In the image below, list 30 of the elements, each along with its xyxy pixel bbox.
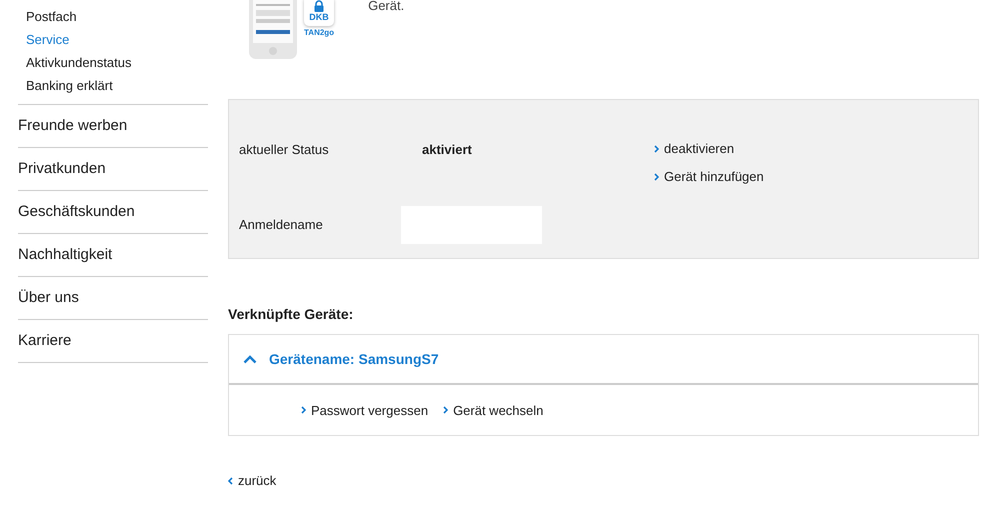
promo-text: Gerät.: [368, 0, 404, 13]
chevron-icon: [654, 172, 659, 180]
status-label: aktueller Status: [239, 141, 330, 159]
chevron-icon: [443, 406, 448, 414]
action-link[interactable]: Gerät wechseln: [453, 402, 544, 418]
app-caption: TAN2go: [304, 28, 334, 37]
chevron-icon: [228, 476, 233, 484]
sidebar-item[interactable]: Über uns: [18, 277, 208, 320]
chevron-icon: [301, 406, 306, 414]
section-heading: Verknüpfte Geräte:: [228, 305, 354, 324]
sidebar-subitem[interactable]: Aktivkundenstatus: [26, 54, 132, 71]
chevron-up-icon: [243, 354, 257, 364]
device-header[interactable]: Gerätename: SamsungS7: [229, 335, 978, 385]
sidebar-item[interactable]: Nachhaltigkeit: [18, 234, 208, 277]
action-link[interactable]: deaktivieren: [664, 141, 734, 156]
sidebar-item[interactable]: Karriere: [18, 320, 208, 363]
sidebar-subitem[interactable]: Service: [26, 31, 70, 48]
sidebar-item[interactable]: Freunde werben: [18, 105, 208, 148]
sidebar-subitem[interactable]: Postfach: [26, 8, 77, 25]
login-label: Anmeldename: [239, 216, 324, 234]
app-name: DKB: [309, 12, 329, 22]
action-link[interactable]: Passwort vergessen: [311, 402, 428, 418]
chevron-icon: [654, 144, 659, 152]
sidebar-subitem[interactable]: Banking erklärt: [26, 77, 113, 94]
action-link[interactable]: Gerät hinzufügen: [664, 169, 764, 184]
status-value: aktiviert: [422, 141, 473, 159]
back-link[interactable]: zurück: [238, 473, 276, 488]
sidebar-item[interactable]: Privatkunden: [18, 148, 208, 191]
sidebar-item[interactable]: Geschäftskunden: [18, 191, 208, 234]
lock-icon: [313, 0, 326, 12]
